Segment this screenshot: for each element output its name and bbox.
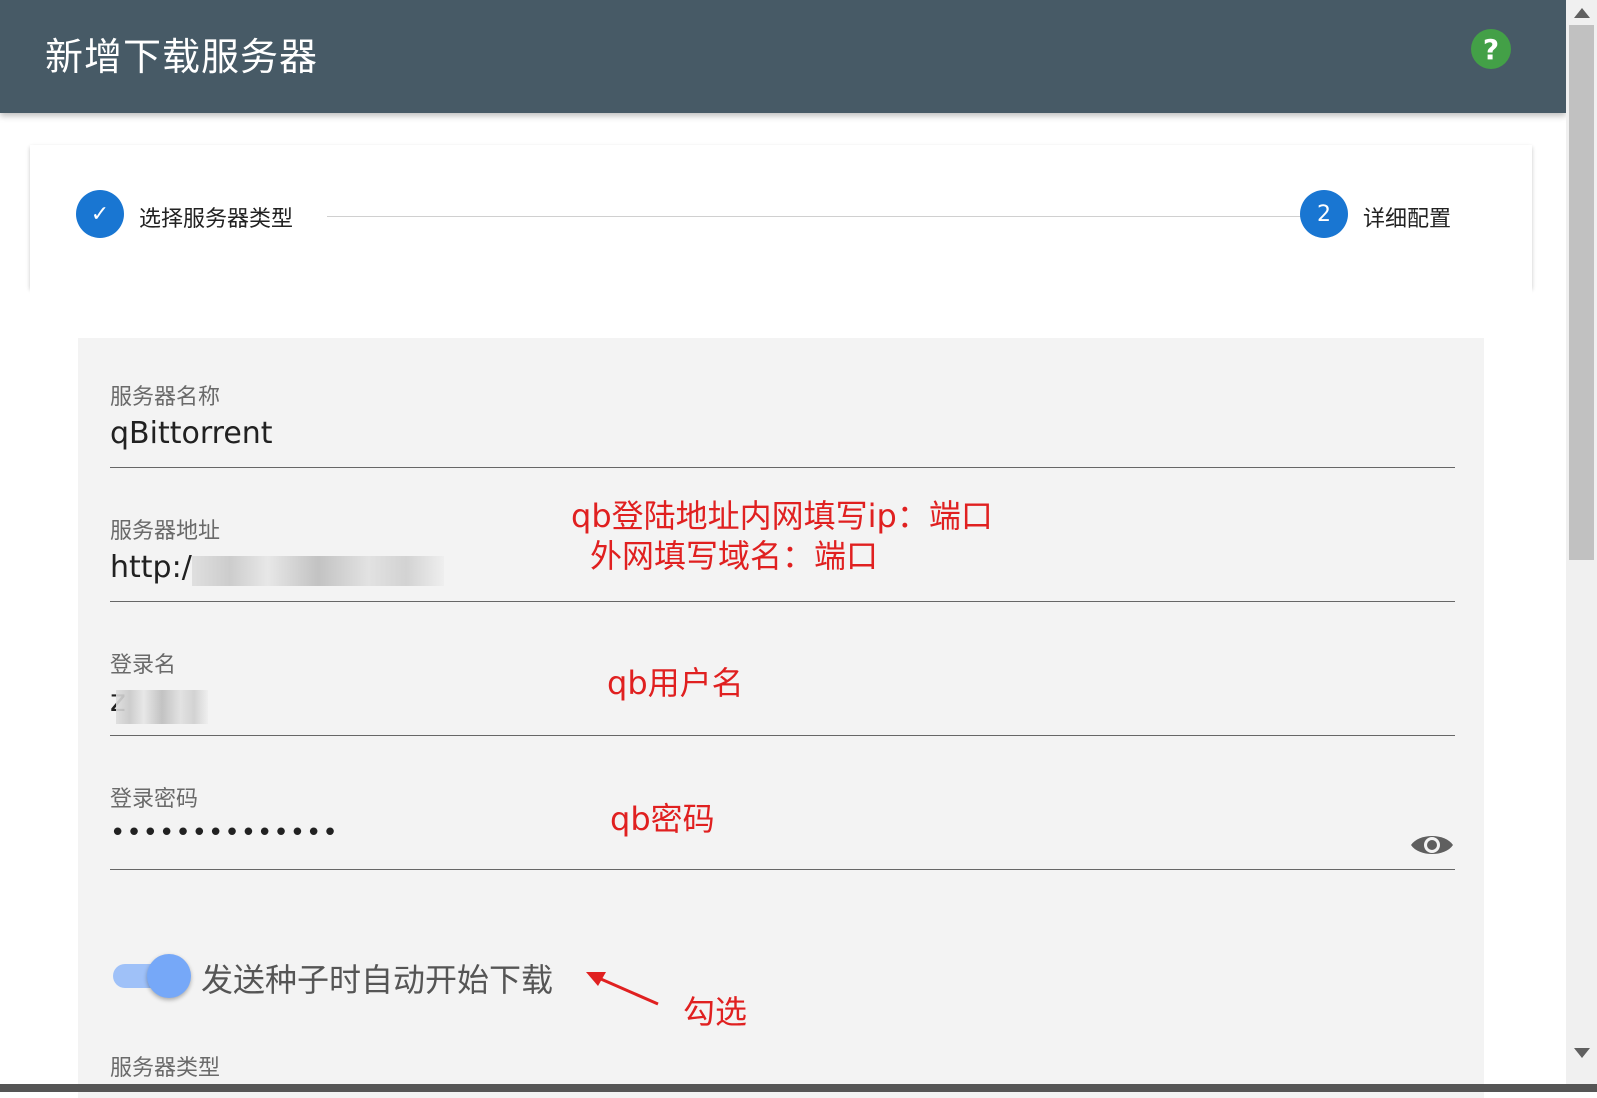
step-2-label[interactable]: 详细配置 — [1363, 201, 1451, 233]
toggle-thumb — [147, 954, 191, 998]
server-name-field[interactable]: 服务器名称 qBittorrent — [110, 338, 1455, 468]
login-name-field[interactable]: 登录名 z — [110, 606, 1455, 736]
scroll-thumb[interactable] — [1569, 25, 1594, 560]
config-card: 服务器名称 qBittorrent 服务器地址 http:/ 登录名 z 登录密… — [30, 288, 1532, 1098]
password-input[interactable]: •••••••••••••• — [110, 818, 339, 848]
redacted-username — [116, 690, 208, 724]
scroll-up-arrow-icon[interactable] — [1574, 8, 1590, 18]
annotation-password: qb密码 — [610, 800, 715, 838]
annotation-toggle: 勾选 — [683, 993, 748, 1031]
step-2-number[interactable]: 2 — [1300, 190, 1348, 238]
server-type-label: 服务器类型 — [110, 1056, 221, 1081]
redacted-address — [192, 556, 444, 586]
login-name-label: 登录名 — [110, 653, 177, 678]
annotation-arrow-icon — [586, 972, 659, 1006]
autostart-toggle[interactable] — [113, 948, 191, 1002]
server-address-input[interactable]: http:/ — [110, 550, 192, 585]
server-name-label: 服务器名称 — [110, 385, 221, 410]
vertical-scrollbar[interactable] — [1566, 0, 1597, 1092]
eye-icon[interactable] — [1409, 830, 1455, 860]
help-icon[interactable]: ? — [1471, 29, 1511, 69]
scroll-down-arrow-icon[interactable] — [1574, 1048, 1590, 1058]
window-bottom-edge — [0, 1084, 1597, 1092]
config-form: 服务器名称 qBittorrent 服务器地址 http:/ 登录名 z 登录密… — [78, 338, 1484, 1098]
server-address-label: 服务器地址 — [110, 519, 221, 544]
dialog-title: 新增下载服务器 — [45, 35, 319, 79]
step-1-label[interactable]: 选择服务器类型 — [139, 201, 293, 233]
password-field[interactable]: 登录密码 •••••••••••••• — [110, 740, 1455, 870]
autostart-label: 发送种子时自动开始下载 — [201, 961, 554, 999]
dialog-header: 新增下载服务器 ? — [0, 0, 1566, 113]
annotation-address-line2: 外网填写域名：端口 — [590, 537, 879, 575]
annotation-username: qb用户名 — [607, 664, 744, 702]
password-label: 登录密码 — [110, 787, 199, 812]
stepper: ✓ 选择服务器类型 2 详细配置 — [30, 145, 1532, 288]
stepper-connector — [327, 216, 1307, 217]
server-name-input[interactable]: qBittorrent — [110, 416, 273, 451]
step-1-check-icon[interactable]: ✓ — [76, 190, 124, 238]
